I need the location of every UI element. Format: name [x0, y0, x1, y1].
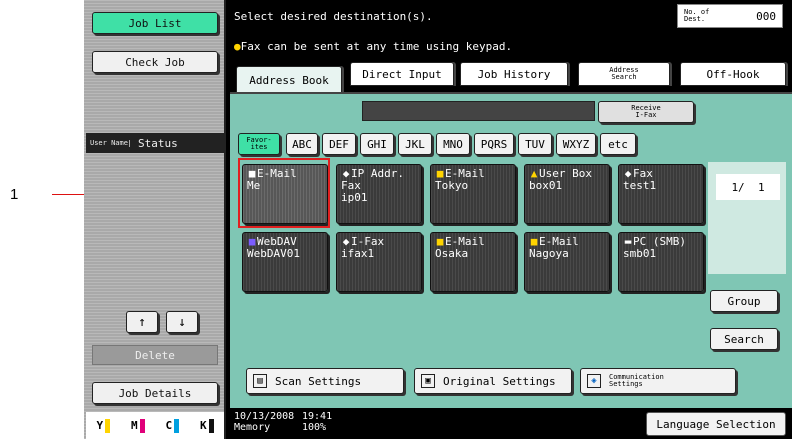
hint-message: ●Fax can be sent at any time using keypa… [234, 40, 513, 53]
index-def[interactable]: DEF [322, 133, 356, 155]
communication-settings-icon: ◈ [587, 374, 601, 388]
status-header: Status [138, 136, 178, 150]
page-indicator: 1/ 1 [716, 174, 780, 200]
address-entry[interactable]: ■ WebDAV WebDAV01 [242, 232, 328, 292]
index-etc[interactable]: etc [600, 133, 636, 155]
index-jkl[interactable]: JKL [398, 133, 432, 155]
tab-address-search[interactable]: Address Search [578, 62, 670, 86]
index-tuv[interactable]: TUV [518, 133, 552, 155]
tab-address-book[interactable]: Address Book [236, 66, 342, 94]
address-entry[interactable]: ▬ PC (SMB) smb01 [618, 232, 704, 292]
scan-settings-icon: ▤ [253, 374, 267, 388]
index-ghi[interactable]: GHI [360, 133, 394, 155]
date-memory: 10/13/2008 Memory [234, 411, 295, 433]
search-button[interactable]: Search [710, 328, 778, 350]
address-entry[interactable]: ▲ User Box box01 [524, 164, 610, 224]
callout-number: 1 [10, 186, 19, 203]
delete-button[interactable]: Delete [92, 345, 218, 365]
job-table-header: User Name Status [86, 133, 224, 153]
address-entry[interactable]: ◆ Fax test1 [618, 164, 704, 224]
scroll-down-button[interactable]: ↓ [166, 311, 198, 333]
index-pqrs[interactable]: PQRS [474, 133, 514, 155]
original-settings-button[interactable]: ▣ Original Settings [414, 368, 572, 394]
tab-direct-input[interactable]: Direct Input [350, 62, 454, 86]
index-wxyz[interactable]: WXYZ [556, 133, 596, 155]
lightbulb-icon: ● [234, 40, 241, 53]
address-entry[interactable]: ■ E-Mail Nagoya [524, 232, 610, 292]
user-name-header: User Name [86, 139, 130, 147]
dest-count-label: No. of Dest. [684, 8, 710, 23]
destination-count: No. of Dest. 000 [677, 4, 783, 28]
check-job-button[interactable]: Check Job [92, 51, 218, 73]
dest-count-value: 000 [756, 9, 776, 23]
tab-job-history[interactable]: Job History [460, 62, 568, 86]
callout-highlight-box [238, 158, 330, 228]
group-button[interactable]: Group [710, 290, 778, 312]
index-favorites[interactable]: Favor-ites [238, 133, 280, 155]
index-mno[interactable]: MNO [436, 133, 470, 155]
address-entry[interactable]: ◆ IP Addr. Fax ip01 [336, 164, 422, 224]
index-abc[interactable]: ABC [286, 133, 318, 155]
toner-m: M [131, 418, 145, 433]
language-selection-button[interactable]: Language Selection [646, 412, 786, 436]
toner-levels: Y M C K [86, 412, 224, 439]
receive-ifax-button[interactable]: Receive I-Fax [598, 101, 694, 123]
toner-k: K [200, 418, 214, 433]
address-entry[interactable]: ◆ I-Fax ifax1 [336, 232, 422, 292]
tab-off-hook[interactable]: Off-Hook [680, 62, 786, 86]
job-details-button[interactable]: Job Details [92, 382, 218, 404]
time-memory-value: 19:41 100% [302, 411, 333, 433]
address-display [362, 101, 595, 121]
scroll-up-button[interactable]: ↑ [126, 311, 158, 333]
toner-c: C [165, 418, 180, 433]
scan-settings-button[interactable]: ▤ Scan Settings [246, 368, 404, 394]
original-settings-icon: ▣ [421, 374, 435, 388]
communication-settings-button[interactable]: ◈ Communication Settings [580, 368, 736, 394]
instruction-message: Select desired destination(s). [234, 10, 433, 23]
address-entry[interactable]: ■ E-Mail Tokyo [430, 164, 516, 224]
toner-y: Y [96, 418, 111, 433]
job-list-button[interactable]: Job List [92, 12, 218, 34]
address-entry[interactable]: ■ E-Mail Osaka [430, 232, 516, 292]
